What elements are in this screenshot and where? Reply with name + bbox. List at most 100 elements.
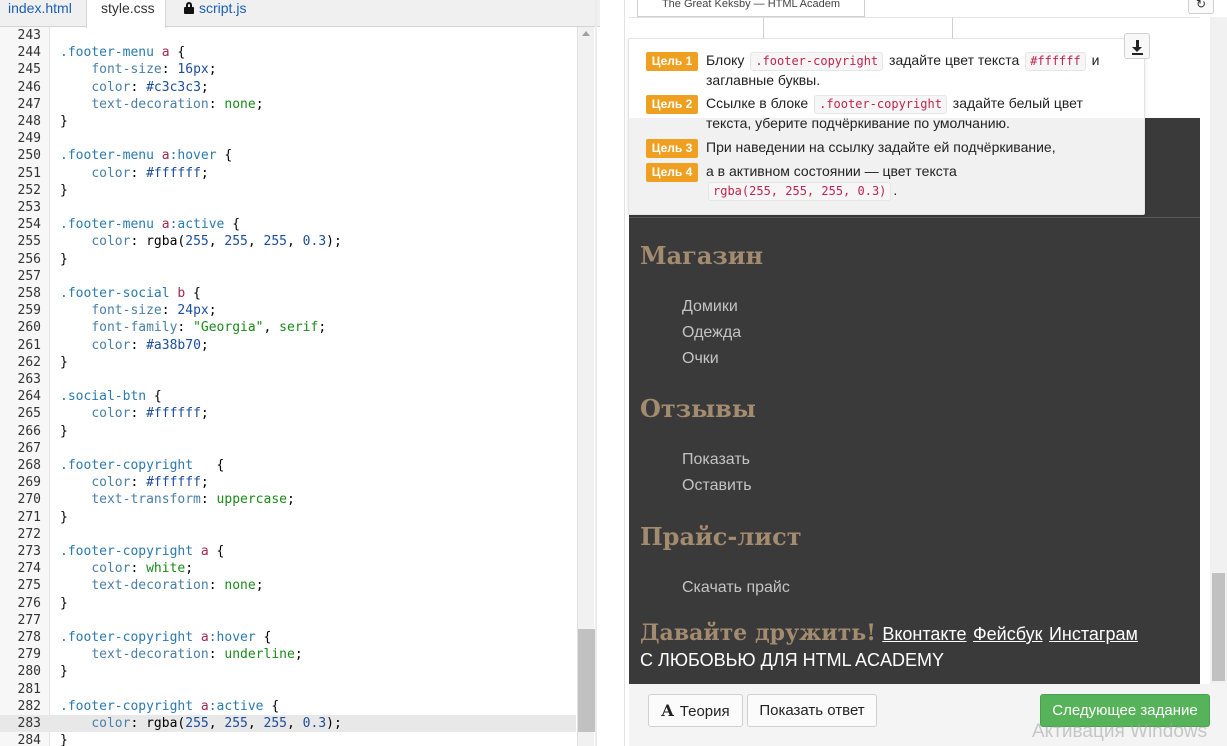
code-text[interactable]: text-decoration: none; (60, 577, 263, 594)
code-text[interactable]: } (60, 509, 68, 526)
code-text[interactable]: color: white; (60, 560, 193, 577)
social-btn-vk[interactable]: Вконтакте (882, 624, 966, 644)
code-line[interactable]: 269 color: #ffffff; (0, 474, 576, 491)
code-line[interactable]: 254 .footer-menu a:active { (0, 216, 576, 233)
code-line[interactable]: 252} (0, 182, 576, 199)
code-text[interactable]: font-size: 24px; (60, 302, 216, 319)
code-line[interactable]: 250 .footer-menu a:hover { (0, 147, 576, 164)
code-line[interactable]: 271} (0, 509, 576, 526)
code-area[interactable]: 243 244 .footer-menu a {245 font-size: 16p… (0, 27, 576, 746)
footer-menu-link[interactable]: Скачать прайс (682, 579, 790, 597)
code-text[interactable]: .footer-copyright a:active { (60, 698, 279, 715)
tab-index-html[interactable]: index.html (8, 0, 72, 27)
footer-menu-link[interactable]: Оставить (682, 477, 752, 495)
code-text[interactable]: color: rgba(255, 255, 255, 0.3); (60, 715, 342, 732)
social-btn-instagram[interactable]: Инстаграм (1049, 624, 1138, 644)
code-line[interactable]: 282 .footer-copyright a:active { (0, 698, 576, 715)
code-text[interactable]: } (60, 423, 68, 440)
footer-menu-link[interactable]: Показать (682, 451, 750, 469)
code-line[interactable]: 243 (0, 27, 576, 44)
code-text[interactable]: color: #c3c3c3; (60, 79, 208, 96)
code-text[interactable]: color: rgba(255, 255, 255, 0.3); (60, 233, 342, 250)
editor-scrollbar[interactable] (577, 27, 595, 746)
theory-button[interactable]: A Теория (648, 694, 743, 727)
code-line[interactable]: 244 .footer-menu a { (0, 44, 576, 61)
code-line[interactable]: 273 .footer-copyright a { (0, 543, 576, 560)
code-text[interactable]: .footer-copyright { (60, 457, 224, 474)
code-line[interactable]: 267 (0, 440, 576, 457)
code-text[interactable]: color: #a38b70; (60, 337, 208, 354)
code-line[interactable]: 265 color: #ffffff; (0, 405, 576, 422)
code-text[interactable]: .footer-menu a { (60, 44, 185, 61)
code-line[interactable]: 268 .footer-copyright { (0, 457, 576, 474)
social-btn-facebook[interactable]: Фейсбук (973, 624, 1043, 644)
code-line[interactable]: 270 text-transform: uppercase; (0, 491, 576, 508)
footer-menu-link[interactable]: Очки (682, 350, 719, 368)
code-text[interactable]: } (60, 354, 68, 371)
preview-scrollbar-thumb[interactable] (1212, 573, 1225, 681)
code-line[interactable]: 256} (0, 251, 576, 268)
code-line[interactable]: 257 (0, 268, 576, 285)
code-line[interactable]: 251 color: #ffffff; (0, 165, 576, 182)
code-line[interactable]: 260 font-family: "Georgia", serif; (0, 319, 576, 336)
tab-script-js[interactable]: script.js (184, 0, 246, 27)
code-text[interactable]: text-transform: uppercase; (60, 491, 295, 508)
code-line[interactable]: 274 color: white; (0, 560, 576, 577)
code-text[interactable]: } (60, 113, 68, 130)
pin-tasks-button[interactable] (1124, 33, 1150, 59)
code-text[interactable]: text-decoration: none; (60, 96, 263, 113)
code-line[interactable]: 248} (0, 113, 576, 130)
code-text[interactable]: font-size: 16px; (60, 61, 216, 78)
code-text[interactable]: .footer-copyright a { (60, 543, 224, 560)
code-text[interactable]: color: #ffffff; (60, 165, 208, 182)
preview-scrollbar[interactable] (1210, 17, 1227, 694)
code-line[interactable]: 261 color: #a38b70; (0, 337, 576, 354)
code-line[interactable]: 281 (0, 681, 576, 698)
code-text[interactable]: color: #ffffff; (60, 474, 208, 491)
code-line[interactable]: 277 (0, 612, 576, 629)
code-token: serif (279, 320, 319, 336)
pane-divider[interactable] (595, 0, 597, 746)
editor-scrollbar-thumb[interactable] (578, 629, 595, 732)
code-line[interactable]: 246 color: #c3c3c3; (0, 79, 576, 96)
code-text[interactable]: } (60, 732, 68, 746)
code-line[interactable]: 262} (0, 354, 576, 371)
code-text[interactable]: } (60, 251, 68, 268)
code-text[interactable]: .footer-copyright a:hover { (60, 629, 271, 646)
scroll-up-arrow-icon[interactable] (582, 31, 590, 36)
code-line[interactable]: 245 font-size: 16px; (0, 61, 576, 78)
code-line[interactable]: 283 color: rgba(255, 255, 255, 0.3); (0, 715, 576, 733)
code-text[interactable]: color: #ffffff; (60, 405, 208, 422)
code-text[interactable]: font-family: "Georgia", serif; (60, 319, 326, 336)
code-text[interactable]: } (60, 182, 68, 199)
tab-style-css[interactable]: style.css (86, 0, 166, 28)
code-line[interactable]: 275 text-decoration: none; (0, 577, 576, 594)
code-line[interactable]: 280} (0, 663, 576, 680)
show-answer-button[interactable]: Показать ответ (747, 694, 877, 727)
code-line[interactable]: 258 .footer-social b { (0, 285, 576, 302)
code-text[interactable]: } (60, 595, 68, 612)
code-line[interactable]: 278 .footer-copyright a:hover { (0, 629, 576, 646)
code-line[interactable]: 264 .social-btn { (0, 388, 576, 405)
footer-menu-link[interactable]: Одежда (682, 324, 741, 342)
code-text[interactable]: .footer-menu a:hover { (60, 147, 232, 164)
refresh-button[interactable]: ↻ (1188, 0, 1214, 14)
code-text[interactable]: .social-btn { (60, 388, 162, 405)
code-text[interactable]: } (60, 663, 68, 680)
code-line[interactable]: 266} (0, 423, 576, 440)
code-token: #ffffff (146, 475, 201, 491)
code-text[interactable]: text-decoration: underline; (60, 646, 302, 663)
code-line[interactable]: 272 (0, 526, 576, 543)
code-text[interactable]: .footer-social b { (60, 285, 201, 302)
code-line[interactable]: 247 text-decoration: none; (0, 96, 576, 113)
code-line[interactable]: 263 (0, 371, 576, 388)
code-line[interactable]: 259 font-size: 24px; (0, 302, 576, 319)
code-line[interactable]: 276} (0, 595, 576, 612)
code-line[interactable]: 284} (0, 732, 576, 746)
code-text[interactable]: .footer-menu a:active { (60, 216, 240, 233)
footer-menu-link[interactable]: Домики (682, 298, 738, 316)
code-line[interactable]: 279 text-decoration: underline; (0, 646, 576, 663)
code-line[interactable]: 253 (0, 199, 576, 216)
code-line[interactable]: 249 (0, 130, 576, 147)
code-line[interactable]: 255 color: rgba(255, 255, 255, 0.3); (0, 233, 576, 250)
